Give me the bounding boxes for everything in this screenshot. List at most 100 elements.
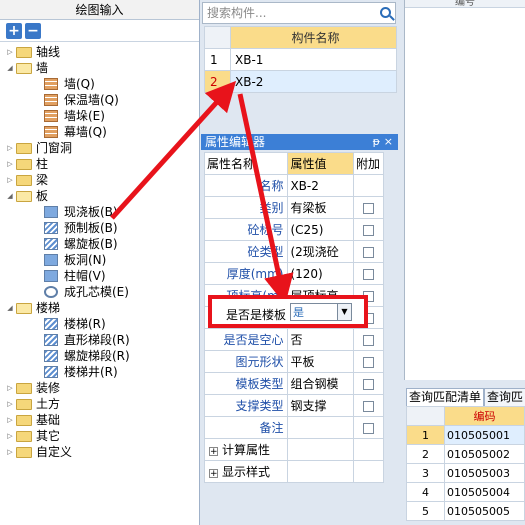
tree-item[interactable]: ◢ 墙 (0, 60, 199, 76)
property-row[interactable]: 名称 XB-2 (203, 174, 384, 197)
property-row[interactable]: 砼标号 (C25) (203, 218, 384, 241)
tree-item[interactable]: 柱帽(V) (0, 268, 199, 284)
table-row[interactable]: 5 010505005 (406, 501, 525, 521)
extra-header: 附加 (353, 152, 384, 175)
expand-all-button[interactable]: + (6, 22, 22, 39)
component-name[interactable]: XB-1 (230, 48, 397, 71)
tree-item[interactable]: 楼梯井(R) (0, 364, 199, 380)
table-row[interactable]: 3 010505003 (406, 463, 525, 483)
tree-item[interactable]: 楼梯(R) (0, 316, 199, 332)
code-cell[interactable]: 010505002 (444, 444, 525, 464)
search-icon[interactable] (380, 7, 391, 18)
collapse-arrow-icon[interactable]: ◢ (6, 192, 14, 200)
expand-arrow-icon[interactable]: ▷ (6, 48, 14, 56)
tree-item[interactable]: 预制板(B) (0, 220, 199, 236)
extra-checkbox[interactable] (363, 356, 374, 368)
tree-item[interactable]: ▷ 门窗洞 (0, 140, 199, 156)
property-value[interactable]: 组合钢模 (287, 372, 355, 395)
property-row[interactable]: 砼类型 (2现浇砼 (203, 240, 384, 263)
tree-item[interactable]: 成孔芯模(E) (0, 284, 199, 300)
tree-item[interactable]: ▷ 土方 (0, 396, 199, 412)
property-value[interactable]: 平板 (287, 350, 355, 373)
extra-checkbox[interactable] (363, 334, 374, 346)
close-icon[interactable]: × (384, 134, 393, 150)
table-row[interactable]: 1 XB-1 (204, 48, 397, 71)
tree-item[interactable]: ▷ 梁 (0, 172, 199, 188)
property-value[interactable]: (120) (287, 262, 355, 285)
search-input[interactable] (203, 3, 373, 23)
property-group-row[interactable]: + 计算属性 (203, 438, 384, 461)
tree-item[interactable]: 现浇板(B) (0, 204, 199, 220)
expand-arrow-icon[interactable]: ▷ (6, 448, 14, 456)
tree-item[interactable]: ▷ 轴线 (0, 44, 199, 60)
extra-checkbox[interactable] (363, 400, 374, 412)
tab-query-match-other[interactable]: 查询匹 (484, 388, 525, 406)
code-cell[interactable]: 010505003 (444, 463, 525, 483)
property-group[interactable]: + 显示样式 (203, 460, 289, 483)
extra-checkbox[interactable] (363, 378, 374, 390)
property-row[interactable]: 支撑类型 钢支撑 (203, 394, 384, 417)
tree-item[interactable]: ▷ 基础 (0, 412, 199, 428)
is-floor-dropdown[interactable]: 是 ▼ (290, 303, 352, 321)
tree-item[interactable]: 板洞(N) (0, 252, 199, 268)
code-cell[interactable]: 010505005 (444, 501, 525, 521)
chevron-down-icon[interactable]: ▼ (337, 304, 351, 320)
table-row[interactable]: 4 010505004 (406, 482, 525, 502)
property-row[interactable]: 是否是空心否 (203, 328, 384, 351)
folder-icon (16, 399, 32, 410)
extra-checkbox[interactable] (363, 224, 374, 236)
tree-item[interactable]: 螺旋梯段(R) (0, 348, 199, 364)
code-cell[interactable]: 010505004 (444, 482, 525, 502)
property-group[interactable]: + 计算属性 (203, 438, 289, 461)
expand-arrow-icon[interactable]: ▷ (6, 432, 14, 440)
tab-query-match-list[interactable]: 查询匹配清单 (406, 388, 485, 406)
extra-checkbox[interactable] (363, 202, 374, 214)
tree-item[interactable]: ▷ 其它 (0, 428, 199, 444)
expand-arrow-icon[interactable]: ▷ (6, 416, 14, 424)
property-value[interactable]: 钢支撑 (287, 394, 355, 417)
tree-item[interactable]: ◢ 板 (0, 188, 199, 204)
tree-item[interactable]: 墙(Q) (0, 76, 199, 92)
expand-arrow-icon[interactable]: ▷ (6, 384, 14, 392)
tree-item[interactable]: 保温墙(Q) (0, 92, 199, 108)
expand-plus-icon[interactable]: + (209, 447, 218, 457)
expand-arrow-icon[interactable]: ▷ (6, 176, 14, 184)
tree-item[interactable]: 幕墙(Q) (0, 124, 199, 140)
extra-checkbox[interactable] (363, 268, 374, 280)
property-row[interactable]: 厚度(mm) (120) (203, 262, 384, 285)
table-row[interactable]: 1 010505001 (406, 425, 525, 445)
tree-item[interactable]: ▷ 柱 (0, 156, 199, 172)
tree-item[interactable]: ◢ 楼梯 (0, 300, 199, 316)
expand-arrow-icon[interactable]: ▷ (6, 160, 14, 168)
tree-item[interactable]: 螺旋板(B) (0, 236, 199, 252)
property-value[interactable]: 否 (287, 328, 355, 351)
collapse-all-button[interactable]: − (25, 22, 41, 39)
collapse-arrow-icon[interactable]: ◢ (6, 64, 14, 72)
property-value[interactable]: (C25) (287, 218, 355, 241)
expand-arrow-icon[interactable]: ▷ (6, 144, 14, 152)
tree-item[interactable]: 直形梯段(R) (0, 332, 199, 348)
property-value[interactable]: XB-2 (287, 174, 355, 197)
component-name[interactable]: XB-2 (230, 70, 397, 93)
pin-icon[interactable]: ᵽ (373, 134, 380, 150)
property-row[interactable]: 模板类型 组合钢模 (203, 372, 384, 395)
table-row[interactable]: 2 010505002 (406, 444, 525, 464)
property-value[interactable]: 有梁板 (287, 196, 355, 219)
tree-item[interactable]: ▷ 自定义 (0, 444, 199, 460)
property-row[interactable]: 类别 有梁板 (203, 196, 384, 219)
property-row[interactable]: 备注 (203, 416, 384, 439)
extra-checkbox[interactable] (363, 422, 374, 434)
property-value[interactable]: (2现浇砼 (287, 240, 355, 263)
table-row[interactable]: 2 XB-2 (204, 70, 397, 93)
tree-item[interactable]: 墙垛(E) (0, 108, 199, 124)
tree-item-label: 板 (36, 189, 49, 203)
property-group-row[interactable]: + 显示样式 (203, 460, 384, 483)
tree-item[interactable]: ▷ 装修 (0, 380, 199, 396)
extra-checkbox[interactable] (363, 246, 374, 258)
expand-plus-icon[interactable]: + (209, 469, 218, 479)
property-row[interactable]: 图元形状 平板 (203, 350, 384, 373)
property-value[interactable] (287, 416, 355, 439)
collapse-arrow-icon[interactable]: ◢ (6, 304, 14, 312)
code-cell[interactable]: 010505001 (444, 425, 525, 445)
expand-arrow-icon[interactable]: ▷ (6, 400, 14, 408)
